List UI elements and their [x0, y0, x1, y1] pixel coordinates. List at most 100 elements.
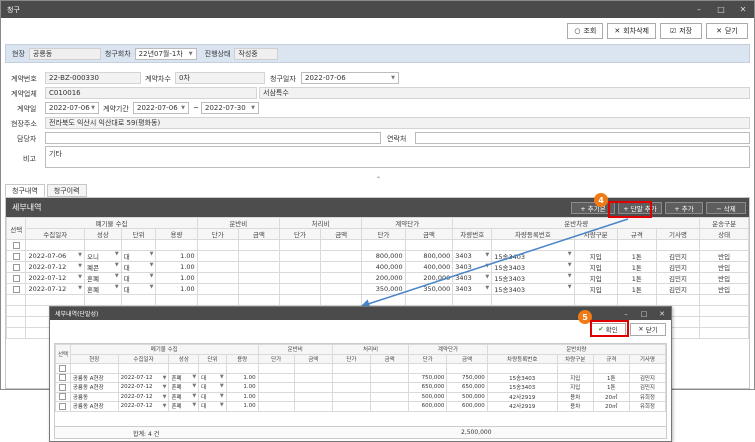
- table-cell[interactable]: 혼폐 ▼: [83, 283, 122, 295]
- table-cell[interactable]: 1.00: [225, 372, 259, 383]
- table-cell[interactable]: 500,000: [408, 391, 448, 402]
- close-button[interactable]: ✕ 닫기: [706, 23, 748, 39]
- table-cell[interactable]: 1톤: [616, 261, 657, 273]
- table-cell[interactable]: [257, 391, 295, 402]
- add-button[interactable]: + 추가: [665, 201, 703, 214]
- delete-button[interactable]: − 삭제: [706, 201, 746, 214]
- table-cell[interactable]: 2022-07-12 ▼: [117, 391, 170, 402]
- popup-close-button[interactable]: ✕ 닫기: [630, 322, 666, 336]
- table-cell[interactable]: [320, 272, 363, 284]
- close-icon[interactable]: ✕: [732, 5, 754, 14]
- table-cell[interactable]: 지입: [573, 272, 618, 284]
- table-cell[interactable]: 1.00: [155, 272, 198, 284]
- table-cell[interactable]: 15송3403 ▼: [491, 272, 575, 284]
- table-cell[interactable]: [257, 372, 295, 383]
- table-cell[interactable]: 600,000: [446, 401, 488, 412]
- table-cell[interactable]: 대 ▼: [120, 261, 157, 273]
- row-checkbox[interactable]: [59, 374, 67, 382]
- table-cell[interactable]: 김민지: [628, 372, 667, 383]
- table-cell[interactable]: [237, 283, 280, 295]
- table-cell[interactable]: 1.00: [155, 250, 198, 262]
- popup-table-row[interactable]: 공룡동 A현장 2022-07-12 ▼ 혼폐 ▼ 대 ▼ 1.00 750,000 750,00…: [55, 372, 667, 383]
- table-cell[interactable]: 2022-07-06 ▼: [25, 250, 85, 262]
- maximize-icon[interactable]: □: [710, 5, 732, 14]
- table-cell[interactable]: 대 ▼: [120, 272, 157, 284]
- popup-table-row[interactable]: 공룡동 A현장 2022-07-12 ▼ 혼폐 ▼ 대 ▼ 1.00 600,000 600,00…: [55, 401, 667, 412]
- table-cell[interactable]: [196, 250, 239, 262]
- table-cell[interactable]: 지입: [556, 382, 594, 393]
- maximize-icon[interactable]: □: [635, 310, 653, 318]
- table-cell[interactable]: [237, 250, 280, 262]
- table-cell[interactable]: [237, 261, 280, 273]
- table-cell[interactable]: 400,000: [404, 261, 454, 273]
- table-cell[interactable]: 2022-07-12 ▼: [25, 261, 85, 273]
- table-cell[interactable]: 1톤: [592, 382, 630, 393]
- table-cell[interactable]: 지입: [573, 250, 618, 262]
- table-cell[interactable]: [331, 382, 372, 393]
- table-cell[interactable]: 2022-07-12 ▼: [25, 283, 85, 295]
- table-cell[interactable]: 20㎥: [592, 391, 630, 402]
- popup-table-row[interactable]: 공룡동 2022-07-12 ▼ 혼폐 ▼ 대 ▼ 1.00 500,000 500,000 42사…: [55, 391, 667, 402]
- table-cell[interactable]: [320, 261, 363, 273]
- table-cell[interactable]: [370, 391, 410, 402]
- table-cell[interactable]: 650,000: [408, 382, 448, 393]
- table-cell[interactable]: 대 ▼: [198, 382, 227, 393]
- collapse-toggle-icon[interactable]: ⌃: [1, 177, 755, 183]
- table-cell[interactable]: [331, 372, 372, 383]
- table-cell[interactable]: 반입: [699, 261, 749, 273]
- close-icon[interactable]: ✕: [653, 310, 671, 318]
- table-cell[interactable]: 유희정: [628, 391, 667, 402]
- table-cell[interactable]: [237, 272, 280, 284]
- popup-select-all-checkbox[interactable]: [59, 364, 67, 372]
- row-checkbox[interactable]: [59, 402, 67, 410]
- table-cell[interactable]: [320, 250, 363, 262]
- table-cell[interactable]: 750,000: [408, 372, 448, 383]
- table-cell[interactable]: 1톤: [592, 372, 630, 383]
- table-row[interactable]: 2022-07-12 ▼ 혼폐 ▼ 대 ▼ 1.00 350,000 350,000 3403 ▼ 1…: [5, 283, 749, 295]
- table-cell[interactable]: 1.00: [225, 401, 259, 412]
- table-cell[interactable]: [196, 261, 239, 273]
- contact-field[interactable]: [415, 132, 750, 144]
- table-cell[interactable]: 1.00: [155, 261, 198, 273]
- table-cell[interactable]: [278, 261, 322, 273]
- table-cell[interactable]: 대 ▼: [198, 391, 227, 402]
- table-cell[interactable]: 폐콘 ▼: [83, 261, 122, 273]
- table-cell[interactable]: 15송3403: [486, 382, 558, 393]
- minimize-icon[interactable]: –: [617, 310, 635, 318]
- search-button[interactable]: ○ 조회: [567, 23, 604, 39]
- row-checkbox[interactable]: [12, 274, 20, 282]
- table-cell[interactable]: 1.00: [155, 283, 198, 295]
- table-cell[interactable]: [331, 401, 372, 412]
- table-cell[interactable]: [196, 283, 239, 295]
- table-cell[interactable]: [370, 372, 410, 383]
- table-cell[interactable]: 200,000: [361, 272, 406, 284]
- table-cell[interactable]: [196, 272, 239, 284]
- table-cell[interactable]: [331, 391, 372, 402]
- table-cell[interactable]: 오니 ▼: [83, 250, 122, 262]
- table-cell[interactable]: 공룡동 A현장: [69, 372, 119, 383]
- table-cell[interactable]: 반입: [699, 250, 749, 262]
- row-checkbox[interactable]: [12, 285, 20, 293]
- table-cell[interactable]: 용차: [556, 391, 594, 402]
- row-checkbox[interactable]: [59, 383, 67, 391]
- table-cell[interactable]: 15송3403: [486, 372, 558, 383]
- table-cell[interactable]: 20㎥: [592, 401, 630, 412]
- delete-round-button[interactable]: ✕ 회차삭제: [607, 23, 656, 39]
- table-cell[interactable]: 대 ▼: [120, 250, 157, 262]
- table-cell[interactable]: 800,000: [361, 250, 406, 262]
- table-cell[interactable]: [293, 372, 333, 383]
- table-cell[interactable]: 650,000: [446, 382, 488, 393]
- table-cell[interactable]: 김민지: [655, 250, 701, 262]
- table-cell[interactable]: 1톤: [616, 250, 657, 262]
- table-row[interactable]: 2022-07-12 ▼ 폐콘 ▼ 대 ▼ 1.00 400,000 400,000 3403 ▼ 1…: [5, 261, 749, 273]
- table-cell[interactable]: [370, 382, 410, 393]
- table-cell[interactable]: [257, 401, 295, 412]
- table-cell[interactable]: 200,000: [404, 272, 454, 284]
- table-cell[interactable]: 15송3403 ▼: [491, 283, 575, 295]
- table-cell[interactable]: [257, 382, 295, 393]
- table-cell[interactable]: 혼폐 ▼: [168, 391, 200, 402]
- table-cell[interactable]: 800,000: [404, 250, 454, 262]
- table-cell[interactable]: [278, 283, 322, 295]
- period-to-picker[interactable]: 2022-07-30 ▼: [201, 102, 259, 114]
- table-cell[interactable]: 대 ▼: [198, 401, 227, 412]
